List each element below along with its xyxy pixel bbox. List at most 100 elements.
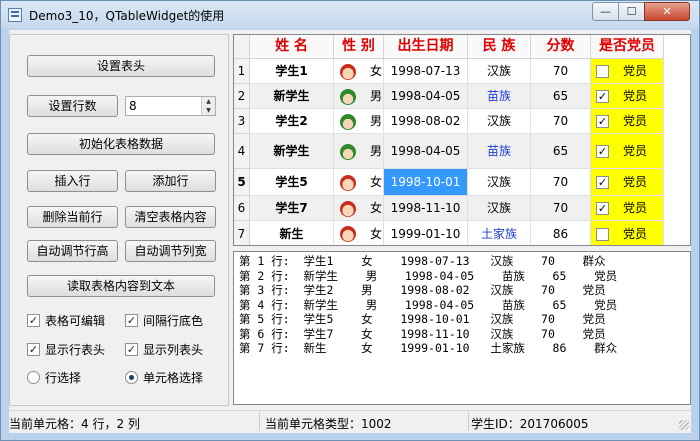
cell-score[interactable]: 86	[531, 221, 591, 245]
cell-nation[interactable]: 土家族	[468, 221, 531, 245]
cell-birthdate[interactable]: 1999-01-10	[384, 221, 468, 245]
row-header[interactable]: 4	[234, 134, 250, 169]
read-to-text-button[interactable]: 读取表格内容到文本	[27, 275, 215, 297]
cell-name[interactable]: 学生1	[250, 59, 334, 84]
editable-checkbox[interactable]: ✓	[27, 314, 40, 327]
cell-nation[interactable]: 汉族	[468, 196, 531, 221]
cell-birthdate[interactable]: 1998-11-10	[384, 196, 468, 221]
student-table[interactable]: 姓 名 性 别 出生日期 民 族 分数 是否党员 1 学生1 女 1998-07-13…	[233, 34, 691, 246]
row-select-label[interactable]: 行选择	[45, 369, 81, 386]
cell-nation[interactable]: 苗族	[468, 134, 531, 169]
alternating-color-checkbox[interactable]: ✓	[125, 314, 138, 327]
cell-name[interactable]: 学生7	[250, 196, 334, 221]
close-button[interactable]: ✕	[644, 2, 690, 21]
cell-birthdate[interactable]: 1998-08-02	[384, 109, 468, 134]
party-checkbox[interactable]	[596, 65, 609, 78]
title-bar[interactable]: Demo3_10，QTableWidget的使用 — ☐ ✕	[1, 1, 699, 29]
row-count-value[interactable]: 8	[129, 99, 137, 113]
alternating-color-label[interactable]: 间隔行底色	[143, 312, 203, 329]
set-row-count-button[interactable]: 设置行数	[27, 95, 118, 117]
cell-score[interactable]: 70	[531, 109, 591, 134]
column-header-name[interactable]: 姓 名	[250, 35, 334, 59]
minimize-button[interactable]: —	[592, 2, 619, 21]
column-header-party[interactable]: 是否党员	[591, 35, 664, 59]
cell-nation[interactable]: 汉族	[468, 109, 531, 134]
row-header[interactable]: 6	[234, 196, 250, 221]
gender-text: 男	[370, 89, 383, 103]
insert-row-button[interactable]: 插入行	[27, 170, 118, 192]
row-header[interactable]: 3	[234, 109, 250, 134]
cell-nation[interactable]: 汉族	[468, 169, 531, 196]
auto-col-width-button[interactable]: 自动调节列宽	[125, 240, 216, 262]
cell-gender[interactable]: 女	[334, 59, 384, 84]
cell-party[interactable]: ✓ 党员	[591, 169, 664, 196]
show-col-header-label[interactable]: 显示列表头	[143, 341, 203, 358]
cell-party[interactable]: ✓ 党员	[591, 134, 664, 169]
cell-nation[interactable]: 苗族	[468, 84, 531, 109]
maximize-button[interactable]: ☐	[618, 2, 645, 21]
gender-text: 女	[370, 64, 383, 78]
cell-birthdate[interactable]: 1998-07-13	[384, 59, 468, 84]
cell-select-label[interactable]: 单元格选择	[143, 369, 203, 386]
cell-name[interactable]: 新学生	[250, 134, 334, 169]
cell-party[interactable]: ✓ 党员	[591, 84, 664, 109]
row-count-spinbox[interactable]: 8 ▲ ▼	[125, 96, 216, 116]
cell-party[interactable]: 党员	[591, 59, 664, 84]
spin-down-icon[interactable]: ▼	[201, 106, 215, 115]
cell-score[interactable]: 70	[531, 169, 591, 196]
cell-gender[interactable]: 男	[334, 109, 384, 134]
cell-gender[interactable]: 女	[334, 196, 384, 221]
party-text: 党员	[623, 175, 648, 189]
text-line: 第 5 行: 学生5 女 1998-10-01 汉族 70 党员	[239, 312, 606, 326]
row-header[interactable]: 7	[234, 221, 250, 245]
party-checkbox[interactable]	[596, 228, 609, 241]
column-header-birthdate[interactable]: 出生日期	[384, 35, 468, 59]
show-col-header-checkbox[interactable]: ✓	[125, 343, 138, 356]
party-checkbox[interactable]: ✓	[596, 176, 609, 189]
cell-score[interactable]: 70	[531, 196, 591, 221]
cell-party[interactable]: ✓ 党员	[591, 196, 664, 221]
show-row-header-checkbox[interactable]: ✓	[27, 343, 40, 356]
cell-gender[interactable]: 男	[334, 134, 384, 169]
spin-up-icon[interactable]: ▲	[201, 97, 215, 106]
cell-score[interactable]: 65	[531, 84, 591, 109]
row-header[interactable]: 1	[234, 59, 250, 84]
cell-name[interactable]: 新学生	[250, 84, 334, 109]
party-checkbox[interactable]: ✓	[596, 145, 609, 158]
table-corner[interactable]	[234, 35, 250, 59]
cell-nation[interactable]: 汉族	[468, 59, 531, 84]
cell-name[interactable]: 学生2	[250, 109, 334, 134]
row-header[interactable]: 2	[234, 84, 250, 109]
cell-birthdate[interactable]: 1998-10-01	[384, 169, 468, 196]
cell-score[interactable]: 65	[531, 134, 591, 169]
cell-score[interactable]: 70	[531, 59, 591, 84]
append-row-button[interactable]: 添加行	[125, 170, 216, 192]
cell-select-radio[interactable]	[125, 371, 138, 384]
text-output[interactable]: 第 1 行: 学生1 女 1998-07-13 汉族 70 群众第 2 行: 新…	[233, 251, 691, 405]
cell-name[interactable]: 学生5	[250, 169, 334, 196]
cell-gender[interactable]: 男	[334, 84, 384, 109]
column-header-gender[interactable]: 性 别	[334, 35, 384, 59]
cell-party[interactable]: ✓ 党员	[591, 109, 664, 134]
party-checkbox[interactable]: ✓	[596, 90, 609, 103]
column-header-score[interactable]: 分数	[531, 35, 591, 59]
set-header-button[interactable]: 设置表头	[27, 55, 215, 77]
cell-party[interactable]: 党员	[591, 221, 664, 245]
auto-row-height-button[interactable]: 自动调节行高	[27, 240, 118, 262]
resize-grip-icon[interactable]	[679, 420, 689, 430]
editable-label[interactable]: 表格可编辑	[45, 312, 105, 329]
delete-row-button[interactable]: 删除当前行	[27, 206, 118, 228]
party-checkbox[interactable]: ✓	[596, 202, 609, 215]
cell-name[interactable]: 新生	[250, 221, 334, 245]
clear-table-button[interactable]: 清空表格内容	[125, 206, 216, 228]
cell-birthdate[interactable]: 1998-04-05	[384, 84, 468, 109]
cell-gender[interactable]: 女	[334, 169, 384, 196]
row-header[interactable]: 5	[234, 169, 250, 196]
init-table-button[interactable]: 初始化表格数据	[27, 133, 215, 155]
column-header-nation[interactable]: 民 族	[468, 35, 531, 59]
row-select-radio[interactable]	[27, 371, 40, 384]
party-checkbox[interactable]: ✓	[596, 115, 609, 128]
cell-birthdate[interactable]: 1998-04-05	[384, 134, 468, 169]
show-row-header-label[interactable]: 显示行表头	[45, 341, 105, 358]
cell-gender[interactable]: 女	[334, 221, 384, 245]
